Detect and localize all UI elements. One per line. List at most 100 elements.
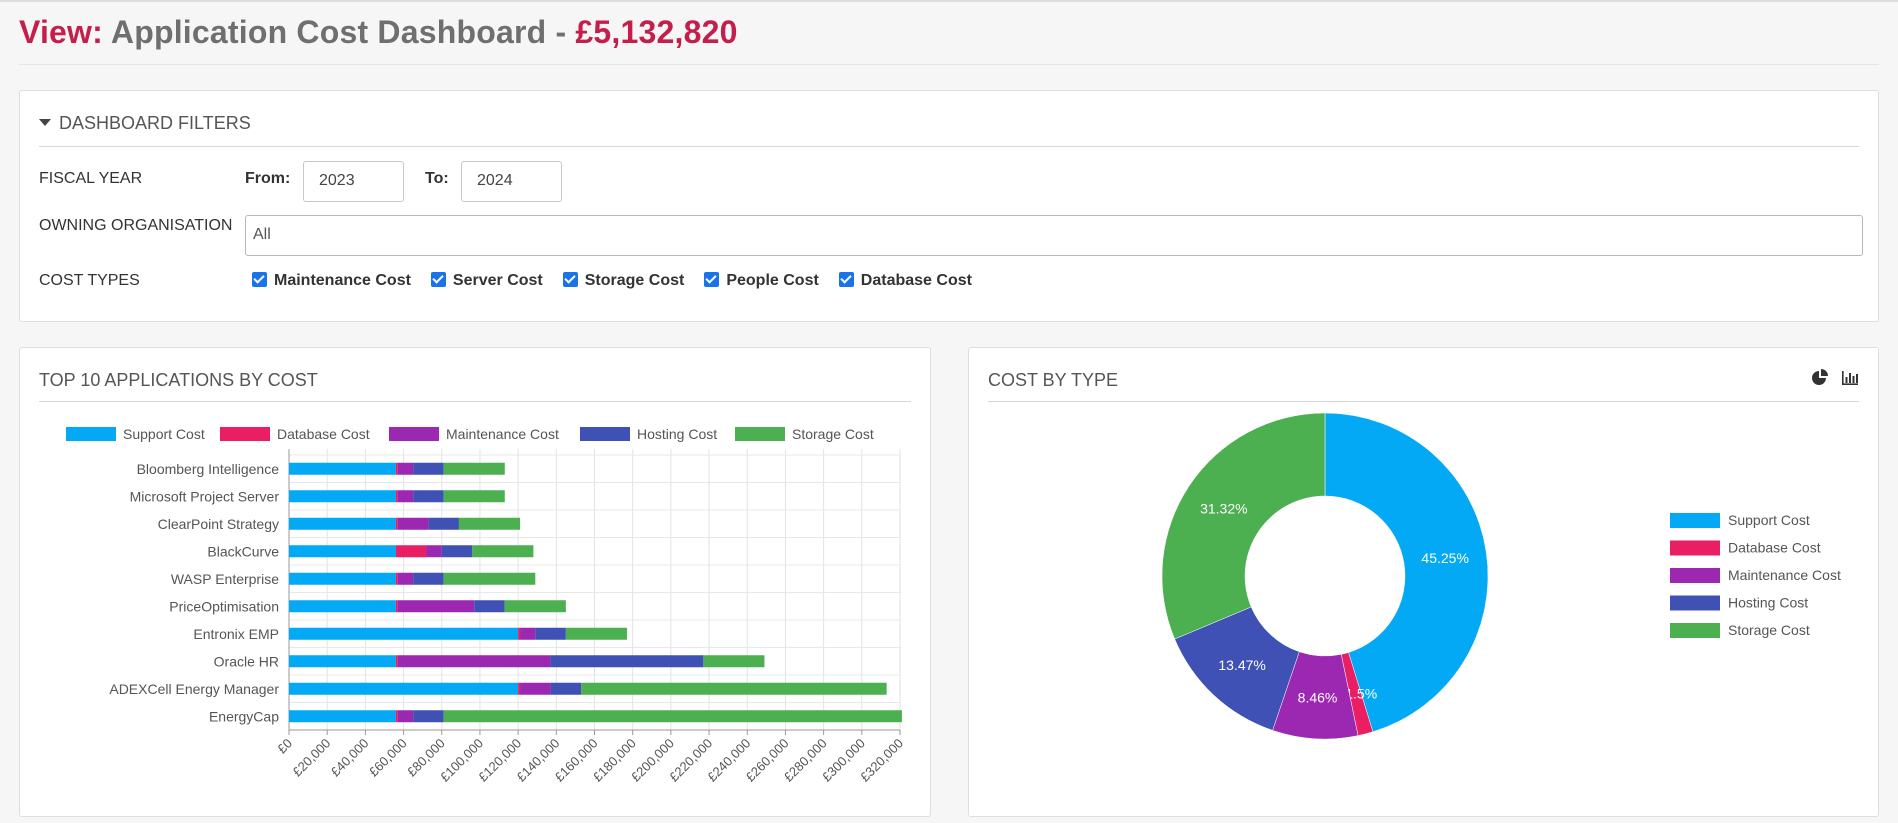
bar-segment[interactable] <box>289 517 396 530</box>
bar-segment[interactable] <box>289 710 396 723</box>
filters-toggle[interactable]: DASHBOARD FILTERS <box>39 113 1859 147</box>
legend-label[interactable]: Support Cost <box>1728 512 1810 528</box>
legend-swatch[interactable] <box>220 427 270 441</box>
legend-label[interactable]: Hosting Cost <box>1728 595 1808 611</box>
legend-label[interactable]: Storage Cost <box>1728 622 1810 638</box>
bar-segment[interactable] <box>443 572 536 585</box>
bar-segment[interactable] <box>504 600 566 613</box>
bar-segment[interactable] <box>413 572 444 585</box>
legend-label[interactable]: Database Cost <box>277 426 370 442</box>
bar-segment[interactable] <box>395 462 398 475</box>
bar-segment[interactable] <box>289 655 396 668</box>
maintenance-cost-checkbox[interactable]: Maintenance Cost <box>252 271 411 290</box>
bar-segment[interactable] <box>472 545 534 558</box>
bar-segment[interactable] <box>550 655 704 668</box>
bar-segment[interactable] <box>413 490 444 503</box>
bar-segment[interactable] <box>289 572 396 585</box>
storage-cost-checkbox[interactable]: Storage Cost <box>562 271 684 290</box>
bar-segment[interactable] <box>395 545 427 558</box>
bar-segment[interactable] <box>395 517 398 530</box>
checkbox-checked-icon[interactable] <box>704 271 720 287</box>
page-title: View: Application Cost Dashboard - £5,13… <box>19 14 738 51</box>
category-label: ClearPoint Strategy <box>158 516 279 532</box>
legend-swatch[interactable] <box>66 427 116 441</box>
bar-segment[interactable] <box>443 710 902 723</box>
x-tick-label: £20,000 <box>289 736 333 780</box>
bar-segment[interactable] <box>289 462 396 475</box>
bar-segment[interactable] <box>581 682 887 695</box>
bar-segment[interactable] <box>289 490 396 503</box>
fiscal-year-from-input[interactable]: 2023 <box>303 161 404 202</box>
legend-swatch[interactable] <box>1670 623 1720 638</box>
bar-segment[interactable] <box>458 517 521 530</box>
legend-label[interactable]: Support Cost <box>123 426 205 442</box>
category-label: Bloomberg Intelligence <box>137 461 280 477</box>
bar-segment[interactable] <box>289 545 396 558</box>
donut-slice[interactable] <box>1161 412 1326 640</box>
bar-segment[interactable] <box>518 627 521 640</box>
checkbox-checked-icon[interactable] <box>252 271 267 287</box>
bar-segment[interactable] <box>474 600 505 613</box>
checkbox-checked-icon[interactable] <box>838 271 854 287</box>
bar-segment[interactable] <box>535 627 566 640</box>
bar-segment[interactable] <box>413 462 444 475</box>
bar-segment[interactable] <box>703 655 765 668</box>
bar-segment[interactable] <box>441 545 473 558</box>
legend-label[interactable]: Hosting Cost <box>637 426 717 442</box>
bar-segment[interactable] <box>289 600 396 613</box>
checkbox-checked-icon[interactable] <box>430 271 446 287</box>
database-cost-checkbox[interactable]: Database Cost <box>838 271 972 290</box>
bar-segment[interactable] <box>428 517 459 530</box>
bar-segment[interactable] <box>395 600 398 613</box>
bar-segment[interactable] <box>426 545 442 558</box>
bar-segment[interactable] <box>397 655 551 668</box>
checkbox-label: People Cost <box>726 272 819 289</box>
legend-swatch[interactable] <box>1670 540 1720 556</box>
legend-label[interactable]: Maintenance Cost <box>446 426 559 442</box>
legend-swatch[interactable] <box>1670 568 1720 583</box>
bar-segment[interactable] <box>397 710 414 723</box>
fiscal-year-to-input[interactable]: 2024 <box>461 161 562 202</box>
bar-segment[interactable] <box>289 682 519 695</box>
bar-segment[interactable] <box>443 462 505 475</box>
top10-bar-chart: Support Cost Database Cost Maintenance Cos… <box>66 426 906 784</box>
bar-segment[interactable] <box>397 517 429 530</box>
server-cost-checkbox[interactable]: Server Cost <box>430 271 543 290</box>
bar-segment[interactable] <box>395 572 398 585</box>
legend-swatch[interactable] <box>735 427 785 441</box>
checkbox-label: Maintenance Cost <box>274 272 411 289</box>
bar-segment[interactable] <box>397 462 414 475</box>
cost-by-type-panel: COST BY TYPE 45.25% 1.5% 8.46% 13.47% 31.32%… <box>968 347 1879 817</box>
bar-segment[interactable] <box>395 710 398 723</box>
legend-swatch[interactable] <box>1670 513 1720 528</box>
category-label: BlackCurve <box>207 543 279 559</box>
people-cost-checkbox[interactable]: People Cost <box>704 271 819 290</box>
legend-swatch[interactable] <box>389 427 439 441</box>
bar-segment[interactable] <box>397 572 414 585</box>
bar-segment[interactable] <box>520 627 536 640</box>
legend-label[interactable]: Maintenance Cost <box>1728 567 1841 583</box>
total-cost: £5,132,820 <box>575 14 738 50</box>
bar-segment[interactable] <box>550 682 582 695</box>
legend-swatch[interactable] <box>580 427 630 441</box>
bar-segment[interactable] <box>520 682 551 695</box>
bar-segment[interactable] <box>397 490 414 503</box>
legend-label[interactable]: Database Cost <box>1728 540 1821 556</box>
legend-label[interactable]: Storage Cost <box>792 426 874 442</box>
slice-value-label: 45.25% <box>1421 550 1468 566</box>
bar-segment[interactable] <box>289 627 519 640</box>
bar-segment[interactable] <box>395 655 398 668</box>
bar-segment[interactable] <box>518 682 521 695</box>
owning-organisation-select[interactable]: All <box>245 215 1863 256</box>
bar-segment[interactable] <box>397 600 475 613</box>
bar-segment[interactable] <box>413 710 444 723</box>
bar-segment[interactable] <box>565 627 627 640</box>
checkbox-checked-icon[interactable] <box>562 271 578 287</box>
category-label: PriceOptimisation <box>169 598 279 614</box>
top10-panel: TOP 10 APPLICATIONS BY COST Support Cost… <box>19 347 931 817</box>
legend-swatch[interactable] <box>1670 595 1720 611</box>
slice-value-label: 13.47% <box>1218 657 1265 673</box>
bar-segment[interactable] <box>395 490 398 503</box>
bar-segment[interactable] <box>443 490 505 503</box>
slice-value-label: 31.32% <box>1200 501 1247 517</box>
